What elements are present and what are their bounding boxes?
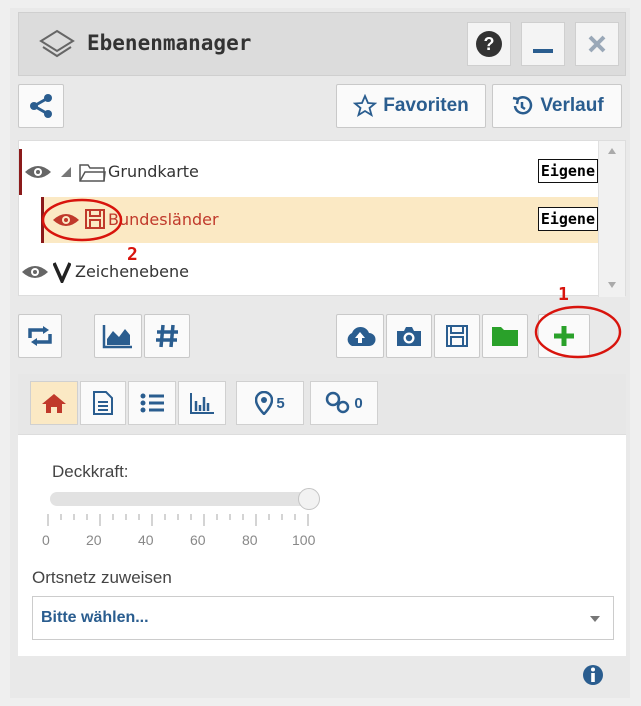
document-icon [93, 391, 113, 415]
layers-icon [39, 29, 75, 58]
slider-handle[interactable] [298, 488, 320, 510]
opacity-label: Deckkraft: [52, 462, 129, 481]
close-icon [588, 35, 606, 53]
tab-home[interactable] [30, 381, 78, 425]
tree-scrollbar[interactable] [598, 141, 625, 297]
select-value: Bitte wählen... [41, 609, 149, 626]
star-icon [353, 94, 378, 117]
markers-count: 5 [276, 394, 285, 412]
favorites-button[interactable]: Favoriten [336, 84, 486, 128]
minimize-icon [533, 49, 553, 53]
expand-triangle-icon[interactable] [60, 166, 72, 178]
snapshot-button[interactable] [386, 314, 432, 358]
tick-label: 80 [242, 532, 258, 548]
scroll-up-icon[interactable] [607, 147, 617, 155]
map-marker-icon [255, 391, 274, 415]
refresh-button[interactable] [18, 314, 62, 358]
tick-label: 40 [138, 532, 154, 548]
tab-markers[interactable]: 5 [236, 381, 304, 425]
tick-label: 20 [86, 532, 102, 548]
help-button[interactable]: ? [467, 22, 511, 66]
svg-text:?: ? [484, 34, 495, 54]
tab-chart[interactable] [178, 381, 226, 425]
close-button[interactable] [575, 22, 619, 66]
link-icon [326, 391, 350, 414]
save-icon [446, 325, 468, 347]
history-button[interactable]: Verlauf [492, 84, 622, 128]
folder-icon [79, 164, 106, 182]
tick-label: 100 [292, 532, 316, 548]
tab-links[interactable]: 0 [310, 381, 378, 425]
area-chart-icon [102, 325, 132, 349]
layer-row-zeichenebene[interactable]: Zeichenebene [19, 249, 599, 295]
layer-badge: Eigene [537, 207, 598, 231]
minimize-button[interactable] [521, 22, 565, 66]
layer-label: Bundesländer [108, 210, 219, 229]
eye-icon[interactable] [21, 263, 49, 281]
tab-list[interactable] [128, 381, 176, 425]
upload-button[interactable] [336, 314, 384, 358]
top-toolbar: Favoriten Verlauf [18, 84, 626, 134]
annotation-number-2: 2 [127, 244, 138, 265]
tab-document[interactable] [80, 381, 126, 425]
history-icon [513, 96, 533, 115]
ortsnetz-select[interactable]: Bitte wählen... [32, 596, 614, 640]
layer-row-bundeslaender[interactable]: Bundesländer Eigene [41, 197, 602, 243]
assign-label: Ortsnetz zuweisen [32, 568, 172, 587]
hashtag-icon [156, 324, 178, 348]
layer-row-grundkarte[interactable]: Grundkarte Eigene [19, 149, 602, 195]
terrain-button[interactable] [94, 314, 142, 358]
save-layer-button[interactable] [434, 314, 480, 358]
history-label: Verlauf [540, 95, 604, 116]
tick-label: 0 [42, 532, 50, 548]
annotation-ellipse-2 [41, 198, 123, 242]
eye-icon[interactable] [24, 163, 52, 181]
annotation-ellipse-1 [534, 305, 622, 359]
favorites-label: Favoriten [383, 95, 469, 116]
add-folder-button[interactable] [482, 314, 528, 358]
annotation-number-1: 1 [558, 284, 569, 305]
scroll-down-icon[interactable] [607, 281, 617, 289]
opacity-slider[interactable] [50, 488, 320, 510]
tick-label: 60 [190, 532, 206, 548]
folder-icon [492, 327, 518, 346]
question-circle-icon: ? [476, 31, 502, 57]
grid-button[interactable] [144, 314, 190, 358]
share-button[interactable] [18, 84, 64, 128]
info-icon[interactable] [582, 664, 604, 686]
layer-properties: 5 0 Deckkraft: 0 20 40 60 80 100 Ortsnet… [18, 374, 626, 656]
slider-scale [47, 514, 309, 526]
layer-badge: Eigene [537, 159, 598, 183]
window-titlebar: Ebenenmanager ? [18, 12, 626, 76]
slider-tick-labels: 0 20 40 60 80 100 [42, 532, 342, 552]
share-icon [30, 94, 52, 118]
layer-label: Grundkarte [108, 162, 199, 181]
home-icon [42, 394, 66, 413]
camera-icon [397, 327, 421, 346]
bar-chart-icon [190, 393, 214, 414]
slider-track [50, 492, 310, 506]
cloud-upload-icon [347, 326, 376, 346]
retweet-icon [28, 326, 52, 346]
vector-icon [53, 262, 71, 283]
properties-tabs: 5 0 [18, 374, 626, 435]
chevron-down-icon [590, 616, 600, 622]
list-icon [140, 393, 164, 413]
links-count: 0 [354, 394, 363, 412]
window-title: Ebenenmanager [87, 31, 252, 55]
